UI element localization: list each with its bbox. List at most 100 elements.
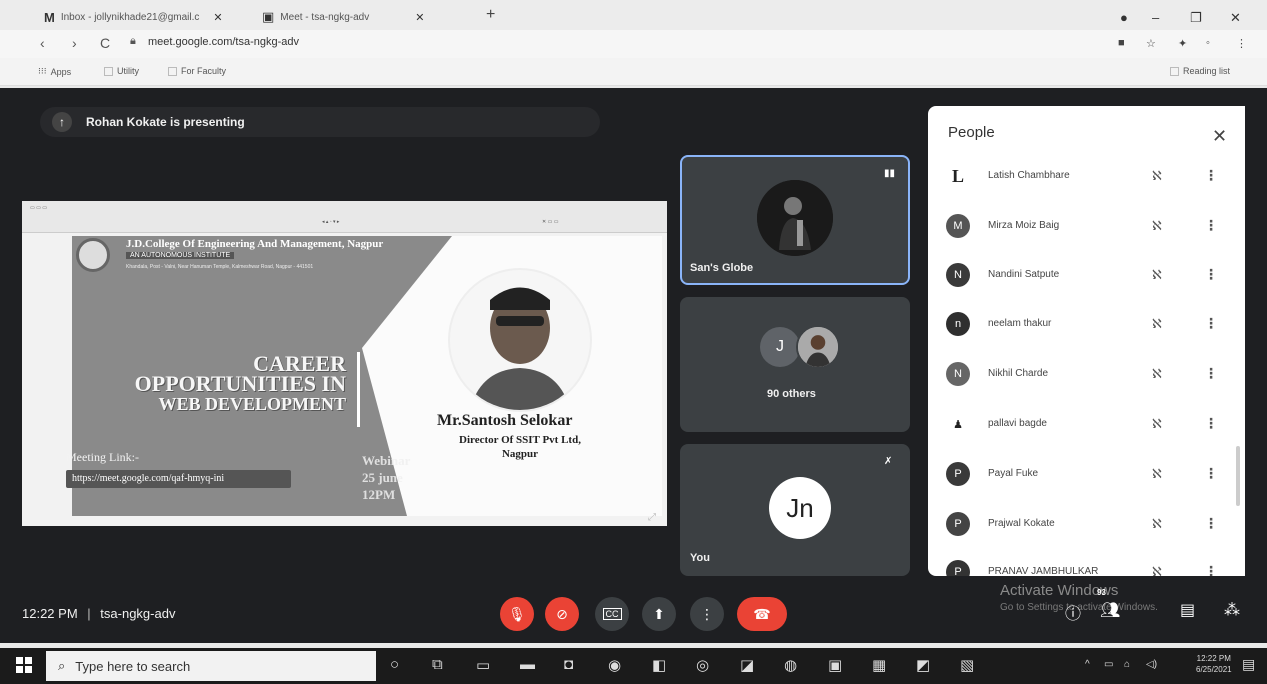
folder-icon [104,66,113,76]
activities-button[interactable]: ⁂ [1224,600,1240,620]
chat-button[interactable]: ▤ [1180,600,1195,620]
slide-title-line2: OPPORTUNITIES IN [134,371,346,396]
account-icon[interactable]: ● [1120,10,1128,25]
more-options-icon[interactable]: ⋮ [1204,365,1218,382]
person-row[interactable]: n neelam thakur ℵ ⋮ [928,306,1245,342]
toolbar-text: ▭ ▭ ▭ [30,205,47,211]
person-name: pallavi bagde [988,418,1047,429]
present-button[interactable]: ⬆ [642,597,676,631]
file-explorer-icon[interactable]: ▬ [520,656,535,673]
network-icon[interactable]: ⌂ [1124,659,1130,670]
bookmark-apps[interactable]: ⁝⁝⁝ Apps [38,66,71,77]
more-options-icon[interactable]: ⋮ [1204,415,1218,432]
present-screen-icon: ↑ [52,112,72,132]
show-hidden-icons[interactable]: ^ [1085,659,1090,670]
person-avatar: L [946,164,970,188]
camera-off-icon: ⊘ [556,605,568,622]
app-icon[interactable]: ▦ [872,656,886,674]
tab-gmail[interactable]: M Inbox - jollynikhade21@gmail.c ✕ [44,6,223,28]
volume-icon[interactable]: ◁) [1146,659,1157,670]
hang-up-icon: ☎ [753,605,771,622]
app-icon[interactable]: ◉ [608,656,621,674]
store-icon[interactable]: ◘ [564,656,573,673]
chrome-icon[interactable]: ◎ [696,656,709,674]
more-options-icon[interactable]: ⋮ [1204,266,1218,283]
back-icon[interactable]: ‹ [40,35,45,51]
menu-icon[interactable]: ⋮ [1236,37,1247,50]
person-row[interactable]: P Payal Fuke ℵ ⋮ [928,456,1245,492]
person-row[interactable]: ♟ pallavi bagde ℵ ⋮ [928,406,1245,442]
people-scrollbar[interactable] [1236,446,1240,506]
camera-toggle-button[interactable]: ⊘ [545,597,579,631]
app-icon[interactable]: ◍ [784,656,797,674]
battery-icon[interactable]: ▭ [1104,659,1113,670]
tab-meet[interactable]: ▣ Meet - tsa-ngkg-adv ✕ [262,6,424,28]
bookmark-for-faculty[interactable]: For Faculty [168,66,226,76]
more-options-icon[interactable]: ⋮ [1204,217,1218,234]
notifications-icon[interactable]: ▤ [1242,656,1255,673]
lock-icon: 🔒︎ [130,35,136,47]
person-name: PRANAV JAMBHULKAR [988,566,1099,576]
bookmark-star-icon[interactable]: ☆ [1146,37,1156,50]
more-options-button[interactable]: ⋮ [690,597,724,631]
captions-button[interactable]: CC [595,597,629,631]
reload-icon[interactable]: C [100,35,110,51]
person-row[interactable]: P Prajwal Kokate ℵ ⋮ [928,506,1245,542]
leave-call-button[interactable]: ☎ [737,597,787,631]
more-options-icon[interactable]: ⋮ [1204,563,1218,576]
extension-icon[interactable]: ■ [1118,37,1125,49]
close-icon[interactable]: ✕ [415,11,424,24]
forward-icon[interactable]: › [72,35,77,51]
mic-off-icon: ℵ [1152,366,1162,381]
webinar-date: 25 june [362,470,403,485]
activities-icon: ⁂ [1224,602,1240,619]
app-icon[interactable]: ◧ [652,656,666,674]
meeting-details-button[interactable]: ⓘ [1065,600,1081,624]
meeting-link-label: Meeting Link:- [66,450,139,464]
person-row[interactable]: N Nikhil Charde ℵ ⋮ [928,356,1245,392]
person-row[interactable]: M Mirza Moiz Baig ℵ ⋮ [928,208,1245,244]
more-options-icon[interactable]: ⋮ [1204,167,1218,184]
window-close-icon[interactable]: ✕ [1230,10,1241,26]
people-button[interactable]: 👥︎ [1100,600,1120,620]
expand-icon[interactable]: ⤢ [648,512,656,523]
app-icon[interactable]: ▭ [476,656,490,674]
bookmark-utility[interactable]: Utility [104,66,139,76]
person-row[interactable]: L Latish Chambhare ℵ ⋮ [928,158,1245,194]
new-tab-button[interactable]: + [486,6,495,24]
close-icon[interactable]: ✕ [1212,126,1227,147]
reading-list-icon [1170,66,1179,76]
person-row[interactable]: N Nandini Satpute ℵ ⋮ [928,257,1245,293]
app-icon[interactable]: ▧ [960,656,974,674]
profile-icon[interactable]: ◦ [1206,37,1210,49]
camera-app-icon[interactable]: ▣ [828,656,842,674]
minimize-icon[interactable]: – [1152,10,1159,25]
more-options-icon[interactable]: ⋮ [1204,315,1218,332]
url-input[interactable]: meet.google.com/tsa-ngkg-adv [148,36,299,48]
puzzle-icon[interactable]: ✦ [1178,37,1187,50]
task-view-icon[interactable]: ⧉ [432,656,443,673]
cortana-icon[interactable]: ○ [390,656,399,673]
shared-window-toolbar: ▭ ▭ ▭ ◂ ▴ ◦ ▾ ▸ ✕ ▭ ▭ [22,201,667,233]
mic-off-icon: ℵ [1152,416,1162,431]
person-row[interactable]: P PRANAV JAMBHULKAR ℵ ⋮ [928,554,1245,576]
mic-off-icon: 🎙︎ [508,605,526,622]
more-options-icon[interactable]: ⋮ [1204,465,1218,482]
restore-icon[interactable]: ❐ [1190,10,1202,26]
taskbar-clock[interactable]: 12:22 PM 6/25/2021 [1196,653,1232,675]
captions-icon: CC [602,608,622,620]
person-avatar: n [946,312,970,336]
participant-tile-others[interactable] [680,297,910,432]
mic-off-icon: ✗ [884,456,893,467]
taskbar-search-input[interactable]: ⌕ Type here to search [46,651,376,681]
toolbar-text: ✕ ▭ ▭ [542,219,559,225]
close-icon[interactable]: ✕ [213,11,222,24]
meeting-code: tsa-ngkg-adv [100,606,176,621]
reading-list-label: Reading list [1183,66,1231,76]
reading-list-button[interactable]: Reading list [1170,66,1230,76]
app-icon[interactable]: ◪ [740,656,754,674]
windows-start-icon[interactable] [16,657,32,673]
more-options-icon[interactable]: ⋮ [1204,515,1218,532]
app-icon[interactable]: ◩ [916,656,930,674]
mic-toggle-button[interactable]: 🎙︎ [500,597,534,631]
